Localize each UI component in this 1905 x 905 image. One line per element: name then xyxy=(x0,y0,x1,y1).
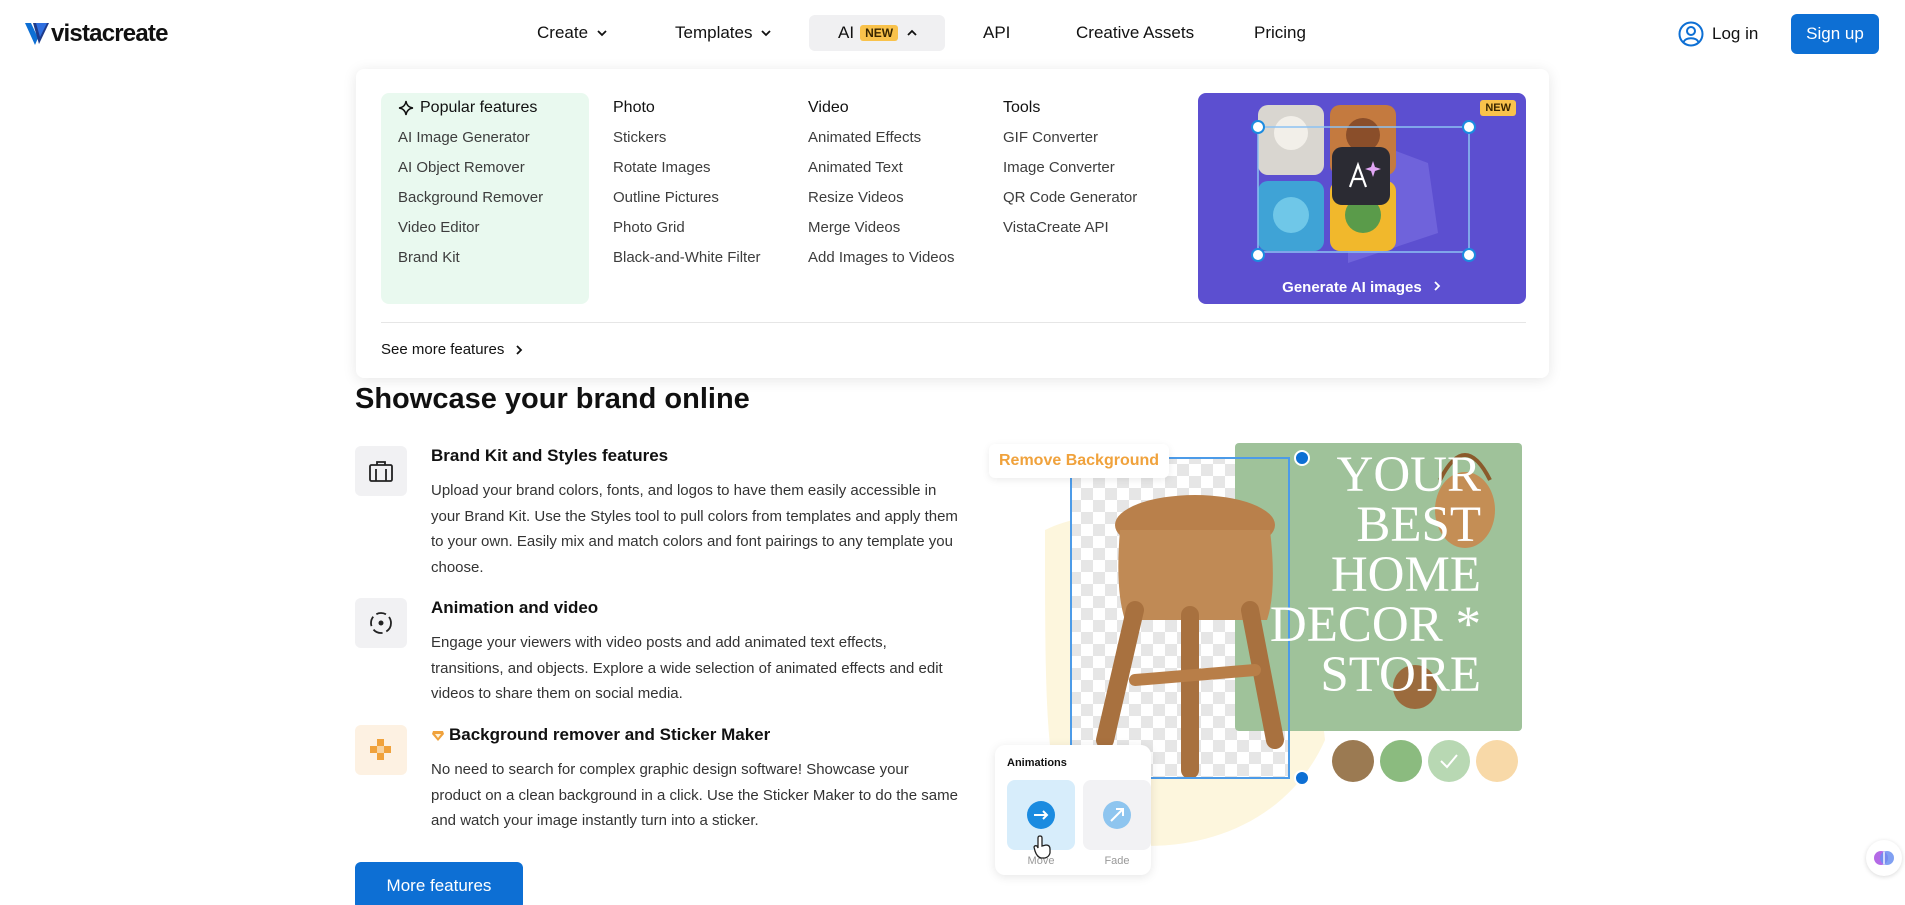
promo-new-badge: NEW xyxy=(1480,100,1516,116)
feature-title: Animation and video xyxy=(431,598,599,617)
remove-background-label: Remove Background xyxy=(989,444,1170,478)
menu-link[interactable]: QR Code Generator xyxy=(1003,183,1137,213)
promo-cta-text: Generate AI images xyxy=(1282,279,1422,296)
dropdown-column-video: Video Animated Effects Animated Text Res… xyxy=(808,93,954,273)
checker-icon xyxy=(355,725,407,775)
logo-mark-icon xyxy=(25,23,49,45)
swatch xyxy=(1332,740,1374,782)
menu-link[interactable]: Image Converter xyxy=(1003,153,1137,183)
logo-text: vistacreate xyxy=(51,20,168,47)
crown-gem-icon xyxy=(432,731,444,741)
feature-description: No need to search for complex graphic de… xyxy=(431,761,958,829)
nav-create-label: Create xyxy=(537,23,589,42)
new-badge: NEW xyxy=(860,25,899,41)
menu-link[interactable]: Rotate Images xyxy=(613,153,761,183)
feature-title: Background remover and Sticker Maker xyxy=(431,725,770,745)
menu-link[interactable]: Video Editor xyxy=(398,213,543,243)
browser-extension-icon[interactable] xyxy=(1866,840,1902,876)
menu-link[interactable]: GIF Converter xyxy=(1003,123,1137,153)
nav-api[interactable]: API xyxy=(971,15,1022,51)
poster-line: STORE xyxy=(1320,647,1481,703)
dropdown-column-popular: Popular features AI Image Generator AI O… xyxy=(398,93,543,273)
nav-creative-assets-label: Creative Assets xyxy=(1076,23,1195,42)
dropdown-column-photo: Photo Stickers Rotate Images Outline Pic… xyxy=(613,93,761,273)
menu-link[interactable]: AI Image Generator xyxy=(398,123,543,153)
login-link[interactable]: Log in xyxy=(1678,16,1758,52)
nav-templates-label: Templates xyxy=(675,23,753,42)
feature-description: Upload your brand colors, fonts, and log… xyxy=(431,482,958,576)
nav-templates[interactable]: Templates xyxy=(663,15,784,51)
poster-text: YOUR BEST HOME DECOR * STORE xyxy=(1247,447,1517,703)
poster-line: BEST xyxy=(1356,497,1481,553)
menu-link[interactable]: Animated Effects xyxy=(808,123,954,153)
column-title-text: Popular features xyxy=(420,99,538,116)
nav-pricing-label: Pricing xyxy=(1254,23,1306,42)
vistacreate-logo[interactable]: vistacreate xyxy=(25,20,168,48)
dropdown-column-tools: Tools GIF Converter Image Converter QR C… xyxy=(1003,93,1137,243)
ai-avatars-graphic xyxy=(1251,105,1476,263)
dropdown-divider xyxy=(381,322,1526,323)
feature-title-text: Background remover and Sticker Maker xyxy=(449,725,771,744)
signup-button[interactable]: Sign up xyxy=(1791,14,1879,54)
column-title: Photo xyxy=(613,99,655,116)
menu-link[interactable]: Photo Grid xyxy=(613,213,761,243)
ai-dropdown-menu: Popular features AI Image Generator AI O… xyxy=(356,69,1549,378)
feature-illustration: YOUR BEST HOME DECOR * STORE Remove Back… xyxy=(985,440,1525,880)
poster-line: DECOR * xyxy=(1269,597,1481,653)
animation-icon xyxy=(355,598,407,648)
chevron-down-icon xyxy=(761,30,772,37)
menu-link[interactable]: AI Object Remover xyxy=(398,153,543,183)
chevron-up-icon xyxy=(907,29,917,36)
move-arrow-icon xyxy=(1027,801,1055,829)
chevron-right-icon xyxy=(1434,281,1441,291)
user-circle-icon xyxy=(1678,21,1704,47)
feature-description: Engage your viewers with video posts and… xyxy=(431,634,943,702)
see-more-text: See more features xyxy=(381,341,505,358)
chevron-down-icon xyxy=(597,30,607,37)
anim-fade-option xyxy=(1083,780,1151,850)
site-header: vistacreate Create Templates AI NEW API … xyxy=(0,0,1905,66)
see-more-features-link[interactable]: See more features xyxy=(381,341,524,358)
menu-link[interactable]: Animated Text xyxy=(808,153,954,183)
menu-link[interactable]: VistaCreate API xyxy=(1003,213,1137,243)
anim-fade-label: Fade xyxy=(1104,855,1130,867)
menu-link[interactable]: Brand Kit xyxy=(398,243,543,273)
login-label: Log in xyxy=(1712,24,1759,43)
promo-cta: Generate AI images xyxy=(1198,279,1526,296)
fade-arrow-icon xyxy=(1103,801,1131,829)
menu-link[interactable]: Stickers xyxy=(613,123,761,153)
menu-link[interactable]: Resize Videos xyxy=(808,183,954,213)
column-title: Tools xyxy=(1003,99,1041,116)
briefcase-icon xyxy=(355,446,407,496)
menu-link[interactable]: Black-and-White Filter xyxy=(613,243,761,273)
more-features-button[interactable]: More features xyxy=(355,862,523,905)
poster-line: HOME xyxy=(1330,547,1481,603)
menu-link[interactable]: Merge Videos xyxy=(808,213,954,243)
column-title: Popular features xyxy=(398,93,543,123)
nav-api-label: API xyxy=(983,23,1011,42)
generate-ai-promo[interactable]: NEW Generate AI images xyxy=(1198,93,1526,304)
chevron-right-icon xyxy=(516,344,523,355)
nav-create[interactable]: Create xyxy=(525,15,620,51)
menu-link[interactable]: Add Images to Videos xyxy=(808,243,954,273)
section-title: Showcase your brand online xyxy=(355,383,750,415)
animations-card: Animations Move Fade xyxy=(995,745,1151,875)
nav-ai[interactable]: AI NEW xyxy=(809,15,945,51)
nav-creative-assets[interactable]: Creative Assets xyxy=(1064,15,1206,51)
feature-title: Brand Kit and Styles features xyxy=(431,446,669,465)
nav-ai-label: AI xyxy=(838,23,855,42)
nav-pricing[interactable]: Pricing xyxy=(1242,15,1318,51)
animations-title: Animations xyxy=(1007,757,1067,769)
menu-link[interactable]: Background Remover xyxy=(398,183,543,213)
cursor-hand-icon xyxy=(1033,835,1051,859)
poster-line: YOUR xyxy=(1336,447,1481,503)
sparkle-icon xyxy=(398,100,414,116)
column-title: Video xyxy=(808,99,849,116)
menu-link[interactable]: Outline Pictures xyxy=(613,183,761,213)
